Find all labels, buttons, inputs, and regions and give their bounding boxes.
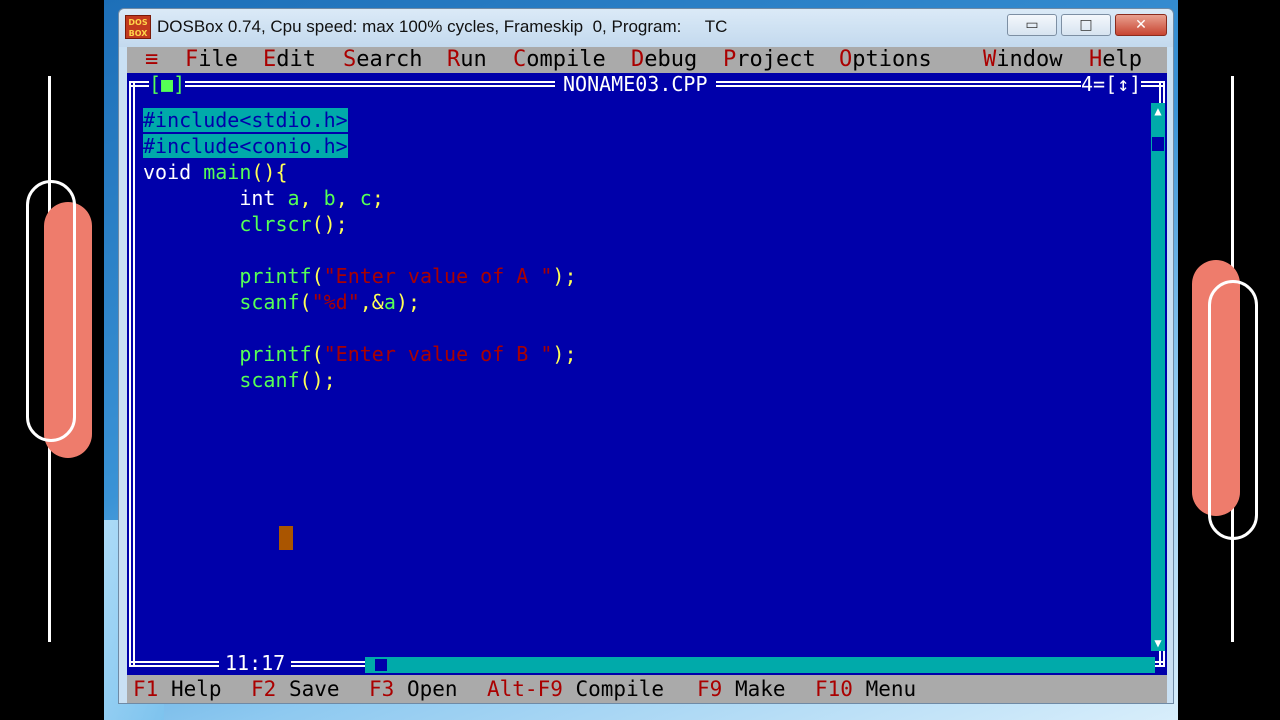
code-string: "Enter value of B " xyxy=(323,342,553,366)
system-menu[interactable]: ≡ xyxy=(145,47,158,73)
code-string: "%d" xyxy=(311,290,360,314)
window-titlebar[interactable]: DOS BOX DOSBox 0.74, Cpu speed: max 100%… xyxy=(119,9,1173,47)
dosbox-window: DOS BOX DOSBox 0.74, Cpu speed: max 100%… xyxy=(118,8,1174,704)
code-line: int a, b, c; xyxy=(143,185,577,211)
code-identifier: clrscr xyxy=(239,212,312,236)
code-identifier: a xyxy=(287,186,300,210)
code-keyword: int xyxy=(239,186,276,210)
code-line: scanf(); xyxy=(143,367,577,393)
code-punctuation: (){ xyxy=(251,160,288,184)
right-decor-pill-outline xyxy=(1208,280,1258,540)
status-f9-make[interactable]: F9 Make xyxy=(697,675,786,703)
code-punctuation: ); xyxy=(395,290,420,314)
code-identifier: printf xyxy=(239,264,312,288)
code-line: printf("Enter value of A "); xyxy=(143,263,577,289)
code-line: scanf("%d",&a); xyxy=(143,289,577,315)
code-punctuation: ( xyxy=(311,264,324,288)
code-identifier: c xyxy=(359,186,372,210)
code-punctuation: ); xyxy=(552,264,577,288)
code-string: "Enter value of A " xyxy=(323,264,553,288)
editor-window-number[interactable]: 4=[↕] xyxy=(1081,73,1142,95)
scroll-up-arrow-icon[interactable]: ▲ xyxy=(1151,103,1165,119)
dosbox-app-icon: DOS BOX xyxy=(125,15,151,39)
code-punctuation: ; xyxy=(371,186,384,210)
code-punctuation: , xyxy=(335,186,360,210)
selected-code: #include<conio.h> xyxy=(143,134,348,158)
code-punctuation: ( xyxy=(311,342,324,366)
vertical-scroll-thumb[interactable] xyxy=(1152,137,1164,151)
code-area[interactable]: #include<stdio.h> #include<conio.h> void m… xyxy=(143,107,577,393)
menu-options[interactable]: Options xyxy=(839,47,932,73)
text-cursor xyxy=(279,526,293,550)
selected-code: #include<stdio.h> xyxy=(143,108,348,132)
horizontal-scroll-thumb[interactable] xyxy=(375,659,387,671)
code-line: clrscr(); xyxy=(143,211,577,237)
code-identifier: scanf xyxy=(239,368,300,392)
status-altf9-compile[interactable]: Alt-F9 Compile xyxy=(487,675,664,703)
close-button[interactable]: ✕ xyxy=(1115,14,1167,36)
status-f1-help[interactable]: F1 Help xyxy=(133,675,222,703)
menu-debug[interactable]: Debug xyxy=(631,47,697,73)
code-punctuation: ); xyxy=(552,342,577,366)
menu-compile[interactable]: Compile xyxy=(513,47,606,73)
menu-window[interactable]: Window xyxy=(983,47,1062,73)
menu-bar: ≡ File Edit Search Run Compile Debug Pro… xyxy=(127,47,1167,73)
horizontal-scrollbar[interactable] xyxy=(365,657,1155,673)
code-punctuation: (); xyxy=(299,368,336,392)
code-identifier: b xyxy=(323,186,336,210)
vertical-scrollbar[interactable]: ▲ ▼ xyxy=(1151,103,1165,651)
menu-search[interactable]: Search xyxy=(343,47,422,73)
code-line: #include<stdio.h> xyxy=(143,107,577,133)
menu-file[interactable]: File xyxy=(185,47,238,73)
code-identifier: a xyxy=(383,290,396,314)
status-bar: F1 Help F2 Save F3 Open Alt-F9 Compile F… xyxy=(127,675,1167,703)
code-identifier: main xyxy=(203,160,252,184)
code-line: void main(){ xyxy=(143,159,577,185)
turbo-c-screen: ≡ File Edit Search Run Compile Debug Pro… xyxy=(127,47,1167,703)
maximize-button[interactable]: □ xyxy=(1061,14,1111,36)
code-punctuation: ,& xyxy=(359,290,384,314)
minimize-button[interactable]: ▭ xyxy=(1007,14,1057,36)
window-title: DOSBox 0.74, Cpu speed: max 100% cycles,… xyxy=(157,17,728,36)
editor-close-box[interactable]: [■] xyxy=(149,73,186,95)
code-punctuation: , xyxy=(299,186,324,210)
code-punctuation: (); xyxy=(311,212,348,236)
code-keyword: void xyxy=(143,160,192,184)
code-line: printf("Enter value of B "); xyxy=(143,341,577,367)
menu-edit[interactable]: Edit xyxy=(263,47,316,73)
status-f3-open[interactable]: F3 Open xyxy=(369,675,458,703)
scroll-down-arrow-icon[interactable]: ▼ xyxy=(1151,635,1165,651)
menu-help[interactable]: Help xyxy=(1089,47,1142,73)
menu-project[interactable]: Project xyxy=(723,47,816,73)
status-f2-save[interactable]: F2 Save xyxy=(251,675,340,703)
cursor-position: 11:17 xyxy=(219,651,292,675)
code-line: #include<conio.h> xyxy=(143,133,577,159)
code-identifier: scanf xyxy=(239,290,300,314)
menu-run[interactable]: Run xyxy=(447,47,487,73)
left-decor-pill-outline xyxy=(26,180,76,442)
editor-filename: NONAME03.CPP xyxy=(555,73,716,95)
code-punctuation: ( xyxy=(299,290,312,314)
code-identifier: printf xyxy=(239,342,312,366)
editor-frame-left xyxy=(129,81,135,667)
status-f10-menu[interactable]: F10 Menu xyxy=(815,675,916,703)
